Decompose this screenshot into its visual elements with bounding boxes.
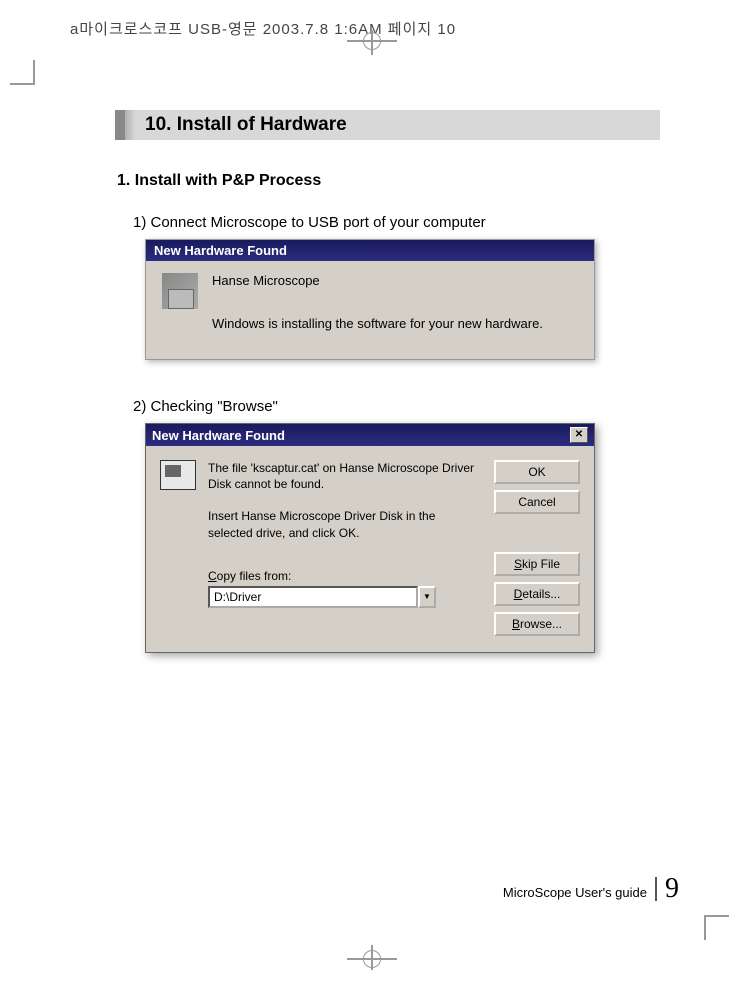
skip-file-button[interactable]: Skip File	[494, 552, 580, 576]
crop-corner-bottom-right	[704, 915, 729, 940]
dropdown-input[interactable]: D:\Driver	[208, 586, 418, 608]
details-button[interactable]: Details...	[494, 582, 580, 606]
dropdown-arrow[interactable]: ▼	[418, 586, 436, 608]
copy-files-dropdown[interactable]: D:\Driver ▼	[208, 586, 436, 608]
step-2-text: 2) Checking "Browse"	[133, 398, 660, 415]
copy-files-label: Copy files from:	[208, 569, 482, 583]
dialog1-titlebar: New Hardware Found	[146, 240, 594, 261]
dialog2-title-text: New Hardware Found	[152, 428, 285, 443]
registration-mark-top	[363, 32, 381, 50]
file-missing-icon	[160, 460, 196, 490]
dialog2-main-column: The file 'kscaptur.cat' on Hanse Microsc…	[208, 460, 482, 636]
dialog2-message-2: Insert Hanse Microscope Driver Disk in t…	[208, 508, 482, 540]
registration-mark-bottom	[363, 950, 381, 968]
dialog1-body: Hanse Microscope Windows is installing t…	[146, 261, 594, 359]
dialog1-message: Windows is installing the software for y…	[212, 316, 543, 331]
footer-guide-text: MicroScope User's guide	[503, 885, 647, 900]
dialog2-titlebar: New Hardware Found ✕	[146, 424, 594, 446]
hardware-icon	[162, 273, 198, 309]
dialog2-buttons-column: OK Cancel Skip File Details... Browse...	[494, 460, 580, 636]
screenshot-new-hardware-2: New Hardware Found ✕ The file 'kscaptur.…	[145, 423, 595, 653]
subsection-title: 1. Install with P&P Process	[117, 172, 660, 190]
dialog2-message-1: The file 'kscaptur.cat' on Hanse Microsc…	[208, 460, 482, 492]
page-footer: MicroScope User's guide 9	[503, 873, 679, 905]
step-1-text: 1) Connect Microscope to USB port of you…	[133, 214, 660, 231]
section-header: 10. Install of Hardware	[115, 110, 660, 140]
button-spacer	[494, 520, 580, 546]
footer-divider	[655, 877, 657, 901]
cancel-button[interactable]: Cancel	[494, 490, 580, 514]
crop-corner-top-left	[10, 60, 35, 85]
dialog1-device-name: Hanse Microscope	[212, 273, 543, 288]
document-meta-header: a마이크로스코프 USB-영문 2003.7.8 1:6AM 페이지 10	[70, 18, 456, 39]
page-content: 10. Install of Hardware 1. Install with …	[115, 110, 660, 653]
dialog1-text: Hanse Microscope Windows is installing t…	[212, 273, 543, 331]
browse-button[interactable]: Browse...	[494, 612, 580, 636]
screenshot-new-hardware-1: New Hardware Found Hanse Microscope Wind…	[145, 239, 595, 360]
page-number: 9	[665, 873, 679, 905]
dialog2-body: The file 'kscaptur.cat' on Hanse Microsc…	[146, 446, 594, 652]
ok-button[interactable]: OK	[494, 460, 580, 484]
close-button[interactable]: ✕	[570, 427, 588, 443]
